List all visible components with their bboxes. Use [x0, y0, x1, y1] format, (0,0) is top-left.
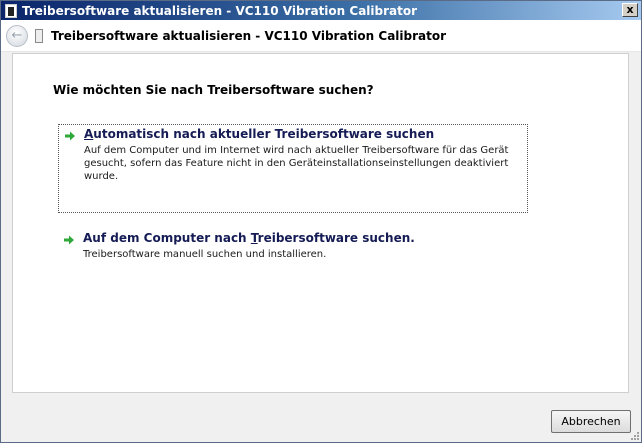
content-panel: Wie möchten Sie nach Treibersoftware suc… — [12, 53, 629, 393]
option-title: Auf dem Computer nach Treibersoftware su… — [83, 231, 415, 245]
question-heading: Wie möchten Sie nach Treibersoftware suc… — [53, 83, 374, 97]
back-arrow-icon: ← — [11, 28, 23, 43]
title-bar: Treibersoftware aktualisieren - VC110 Vi… — [1, 1, 641, 20]
window-title: Treibersoftware aktualisieren - VC110 Vi… — [22, 3, 418, 18]
option-description: Treibersoftware manuell suchen und insta… — [83, 249, 327, 260]
green-arrow-icon — [65, 131, 75, 141]
back-button[interactable]: ← — [6, 24, 28, 47]
device-icon — [35, 28, 43, 43]
cancel-button[interactable]: Abbrechen — [551, 410, 631, 433]
green-arrow-icon — [64, 235, 74, 245]
option-description: Auf dem Computer und im Internet wird na… — [84, 145, 509, 182]
device-icon — [5, 3, 17, 18]
option-browse-computer[interactable]: Auf dem Computer nach Treibersoftware su… — [58, 229, 528, 269]
close-button[interactable]: x — [622, 3, 638, 17]
resize-grip-icon[interactable] — [630, 431, 640, 441]
option-title: Automatisch nach aktueller Treibersoftwa… — [84, 127, 435, 141]
option-search-automatically[interactable]: Automatisch nach aktueller Treibersoftwa… — [58, 124, 528, 213]
driver-update-window: Treibersoftware aktualisieren - VC110 Vi… — [0, 0, 642, 443]
navigation-bar: ← Treibersoftware aktualisieren - VC110 … — [1, 20, 641, 52]
wizard-title: Treibersoftware aktualisieren - VC110 Vi… — [51, 28, 447, 43]
